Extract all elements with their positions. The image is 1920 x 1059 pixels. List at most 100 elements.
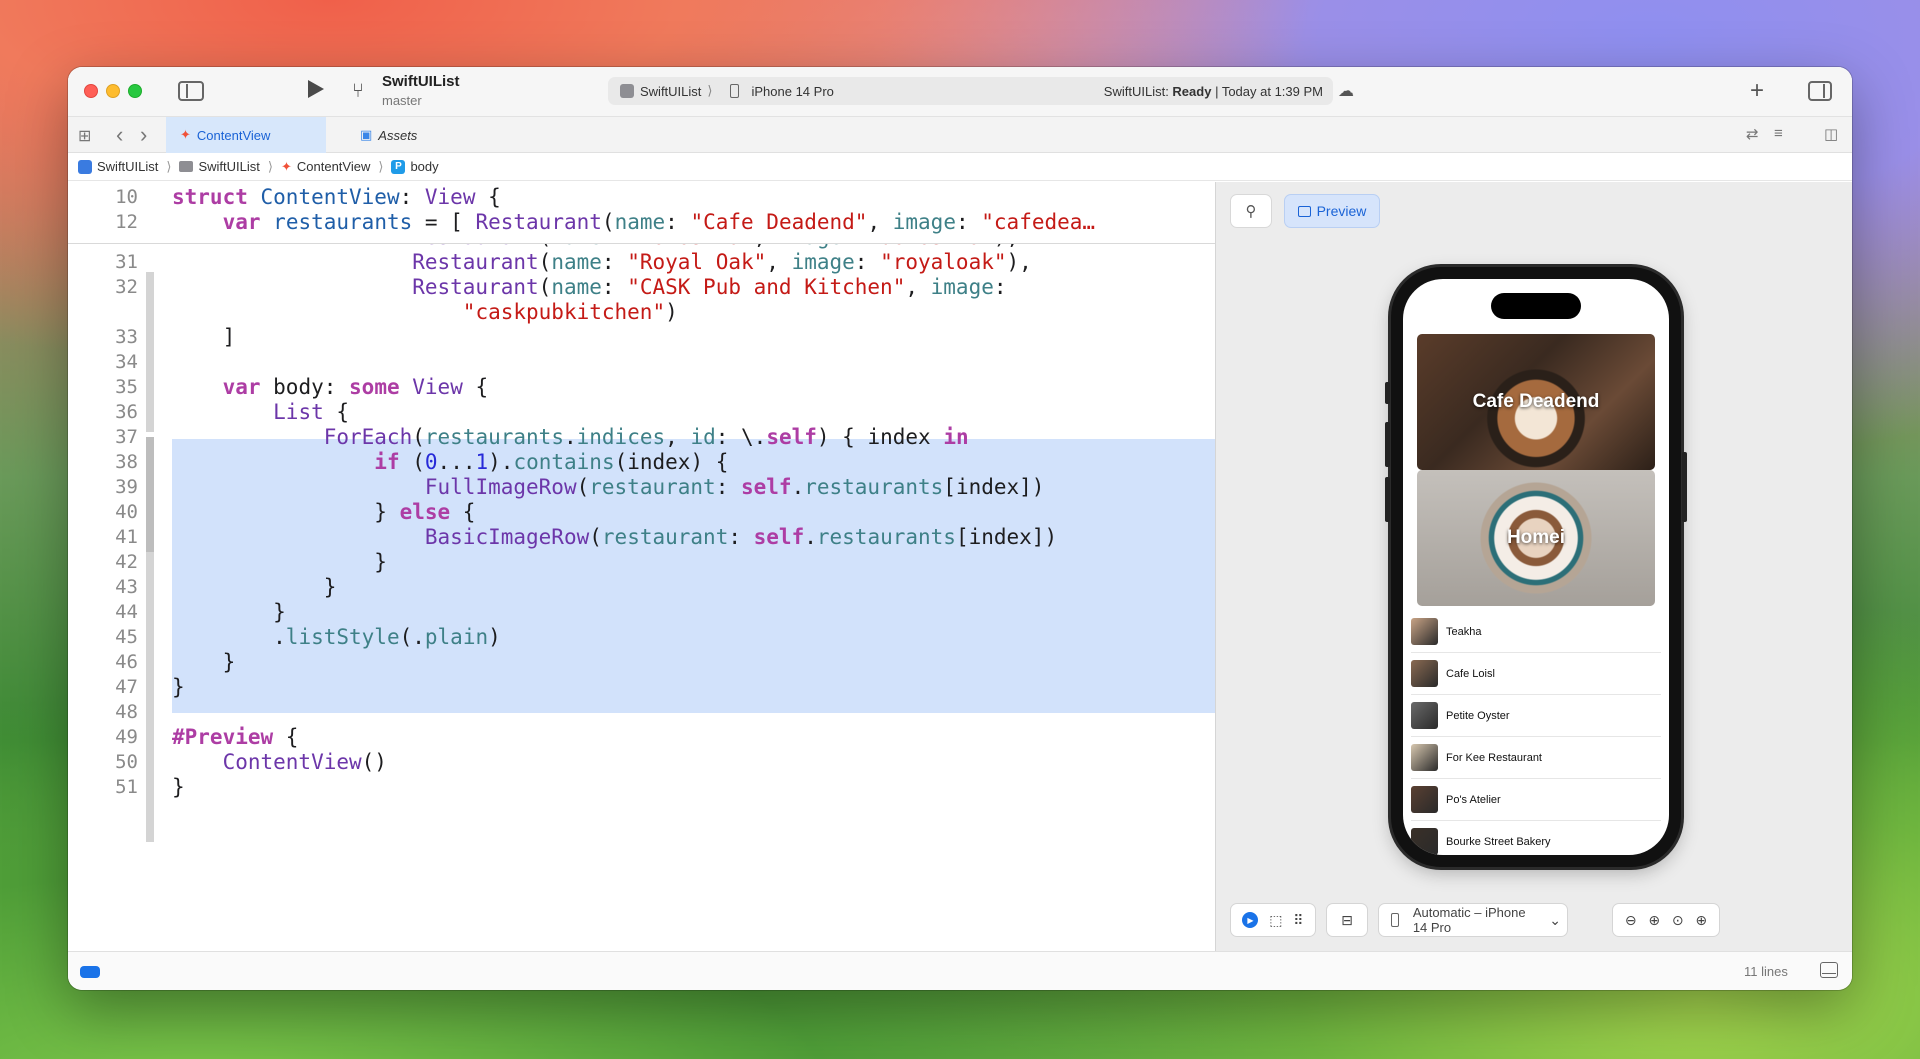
back-arrow-icon[interactable]: ‹: [116, 122, 123, 148]
line-number: 34: [115, 351, 138, 373]
tab-contentview[interactable]: ✦ ContentView: [166, 117, 326, 153]
forward-arrow-icon[interactable]: ›: [140, 122, 147, 148]
restaurant-name: Bourke Street Bakery: [1446, 835, 1551, 848]
preview-button[interactable]: Preview: [1284, 194, 1380, 228]
assets-icon: ▣: [360, 127, 373, 142]
status-bar: 11 lines: [68, 951, 1852, 990]
basic-image-row[interactable]: For Kee Restaurant: [1411, 737, 1661, 779]
code-text: }: [172, 575, 337, 599]
breadcrumb-symbol[interactable]: P body: [391, 159, 439, 174]
restaurant-name: Po's Atelier: [1446, 793, 1501, 806]
chevron-right-icon: ⟩: [166, 158, 172, 174]
code-text: struct ContentView: View {: [172, 185, 501, 209]
code-text: List {: [273, 400, 350, 424]
code-text: "caskpubkitchen"): [462, 300, 678, 324]
chevron-down-icon: ⌄: [1549, 911, 1561, 928]
zoom-fit-icon[interactable]: ⊕: [1648, 912, 1660, 929]
live-preview-icon[interactable]: ▶: [1242, 912, 1259, 928]
swift-icon: ✦: [180, 127, 191, 142]
code-text: Restaurant(name: "CASK Pub and Kitchen",…: [412, 275, 1007, 299]
source-editor[interactable]: 10 struct ContentView: View { 12 var res…: [68, 182, 1215, 951]
code-line[interactable]: 51}: [68, 772, 1215, 802]
variants-icon[interactable]: ⠿: [1293, 912, 1303, 929]
line-number: 45: [115, 626, 138, 648]
run-icon[interactable]: [308, 80, 324, 98]
related-items-icon[interactable]: ⊞: [78, 126, 91, 146]
phone-button: [1385, 422, 1390, 467]
restaurant-thumbnail: [1411, 618, 1438, 645]
branch-name[interactable]: master: [382, 93, 422, 108]
breadcrumb-file[interactable]: ✦ ContentView: [281, 159, 370, 175]
line-number: 51: [115, 776, 138, 798]
zoom-window-button[interactable]: [128, 84, 142, 98]
scheme-selector[interactable]: SwiftUIList: [620, 84, 701, 99]
tab-label: Assets: [378, 127, 418, 143]
line-number: 32: [115, 276, 138, 298]
navigator-toggle-icon[interactable]: [178, 81, 204, 101]
panel-toggle-icon[interactable]: [1820, 962, 1838, 978]
jump-bar: SwiftUIList ⟩ SwiftUIList ⟩ ✦ ContentVie…: [68, 153, 1852, 181]
line-number: 10: [115, 186, 138, 208]
minimize-window-button[interactable]: [106, 84, 120, 98]
phone-button: [1385, 477, 1390, 522]
full-image-row[interactable]: Cafe Deadend: [1417, 334, 1655, 470]
project-name[interactable]: SwiftUIList: [382, 73, 460, 90]
tab-assets[interactable]: ▣ Assets: [346, 117, 431, 153]
inspector-toggle-icon[interactable]: [1808, 81, 1832, 101]
breadcrumb-folder[interactable]: SwiftUIList: [179, 159, 260, 174]
device-selector[interactable]: iPhone 14 Pro: [730, 83, 834, 99]
phone-button: [1385, 382, 1390, 404]
zoom-out-icon[interactable]: ⊖: [1625, 912, 1637, 929]
code-text: }: [172, 600, 286, 624]
zoom-in-icon[interactable]: ⊕: [1695, 912, 1707, 929]
pin-icon[interactable]: ⚲: [1230, 194, 1272, 228]
debug-area-toggle-icon[interactable]: [80, 966, 100, 978]
restaurant-name: Cafe Loisl: [1446, 667, 1495, 680]
code-text: #Preview {: [172, 725, 299, 749]
code-text: var body: some View {: [222, 375, 489, 399]
line-number: 46: [115, 651, 138, 673]
activity-view: SwiftUIList ⟩ iPhone 14 Pro SwiftUIList:…: [608, 77, 1333, 105]
basic-image-row[interactable]: Cafe Loisl: [1411, 653, 1661, 695]
restaurant-thumbnail: [1411, 702, 1438, 729]
selectable-mode-icon[interactable]: ⬚: [1269, 912, 1282, 929]
device-name: iPhone 14 Pro: [751, 83, 834, 99]
line-number: 37: [115, 426, 138, 448]
code-text: Restaurant(name: "Royal Oak", image: "ro…: [412, 250, 1032, 274]
code-text: }: [172, 775, 185, 799]
code-text: var restaurants = [ Restaurant(name: "Ca…: [222, 210, 1096, 234]
title-bar: ⑂ SwiftUIList master SwiftUIList ⟩ iPhon…: [68, 67, 1852, 117]
device-selector-dropdown[interactable]: Automatic – iPhone 14 Pro ⌄: [1378, 903, 1568, 937]
line-number: 44: [115, 601, 138, 623]
branch-icon: ⑂: [352, 80, 364, 102]
preview-canvas: ⚲ Preview Cafe Deadend Homei Teakha Cafe …: [1215, 182, 1852, 951]
restaurant-thumbnail: [1411, 786, 1438, 813]
editor-options-icon[interactable]: ≡: [1774, 125, 1783, 142]
basic-image-row[interactable]: Teakha: [1411, 611, 1661, 653]
code-line[interactable]: 12 var restaurants = [ Restaurant(name: …: [68, 207, 1215, 237]
breadcrumb-project[interactable]: SwiftUIList: [78, 159, 158, 174]
device-settings-button[interactable]: ⊟: [1326, 903, 1368, 937]
full-image-row[interactable]: Homei: [1417, 470, 1655, 606]
line-number: 35: [115, 376, 138, 398]
restaurant-thumbnail: [1411, 660, 1438, 687]
add-library-icon[interactable]: +: [1750, 77, 1764, 105]
line-number: 41: [115, 526, 138, 548]
split-editor-icon[interactable]: ◫: [1824, 125, 1838, 143]
swap-icon[interactable]: ⇄: [1746, 125, 1759, 143]
phone-icon: [730, 84, 740, 98]
close-window-button[interactable]: [84, 84, 98, 98]
restaurant-name: Petite Oyster: [1446, 709, 1510, 722]
code-text: } else {: [172, 500, 476, 524]
zoom-actual-icon[interactable]: ⊙: [1672, 912, 1684, 929]
basic-image-row[interactable]: Po's Atelier: [1411, 779, 1661, 821]
sticky-header: 10 struct ContentView: View { 12 var res…: [68, 182, 1215, 244]
iphone-frame: Cafe Deadend Homei Teakha Cafe Loisl Petit…: [1385, 267, 1687, 867]
folder-icon: [179, 161, 194, 172]
basic-image-row[interactable]: Bourke Street Bakery: [1411, 821, 1661, 855]
code-text: BasicImageRow(restaurant: self.restauran…: [424, 525, 1058, 549]
cloud-icon[interactable]: ☁: [1338, 81, 1354, 101]
tab-label: ContentView: [196, 127, 271, 143]
basic-image-row[interactable]: Petite Oyster: [1411, 695, 1661, 737]
phone-screen[interactable]: Cafe Deadend Homei Teakha Cafe Loisl Petit…: [1403, 279, 1669, 855]
